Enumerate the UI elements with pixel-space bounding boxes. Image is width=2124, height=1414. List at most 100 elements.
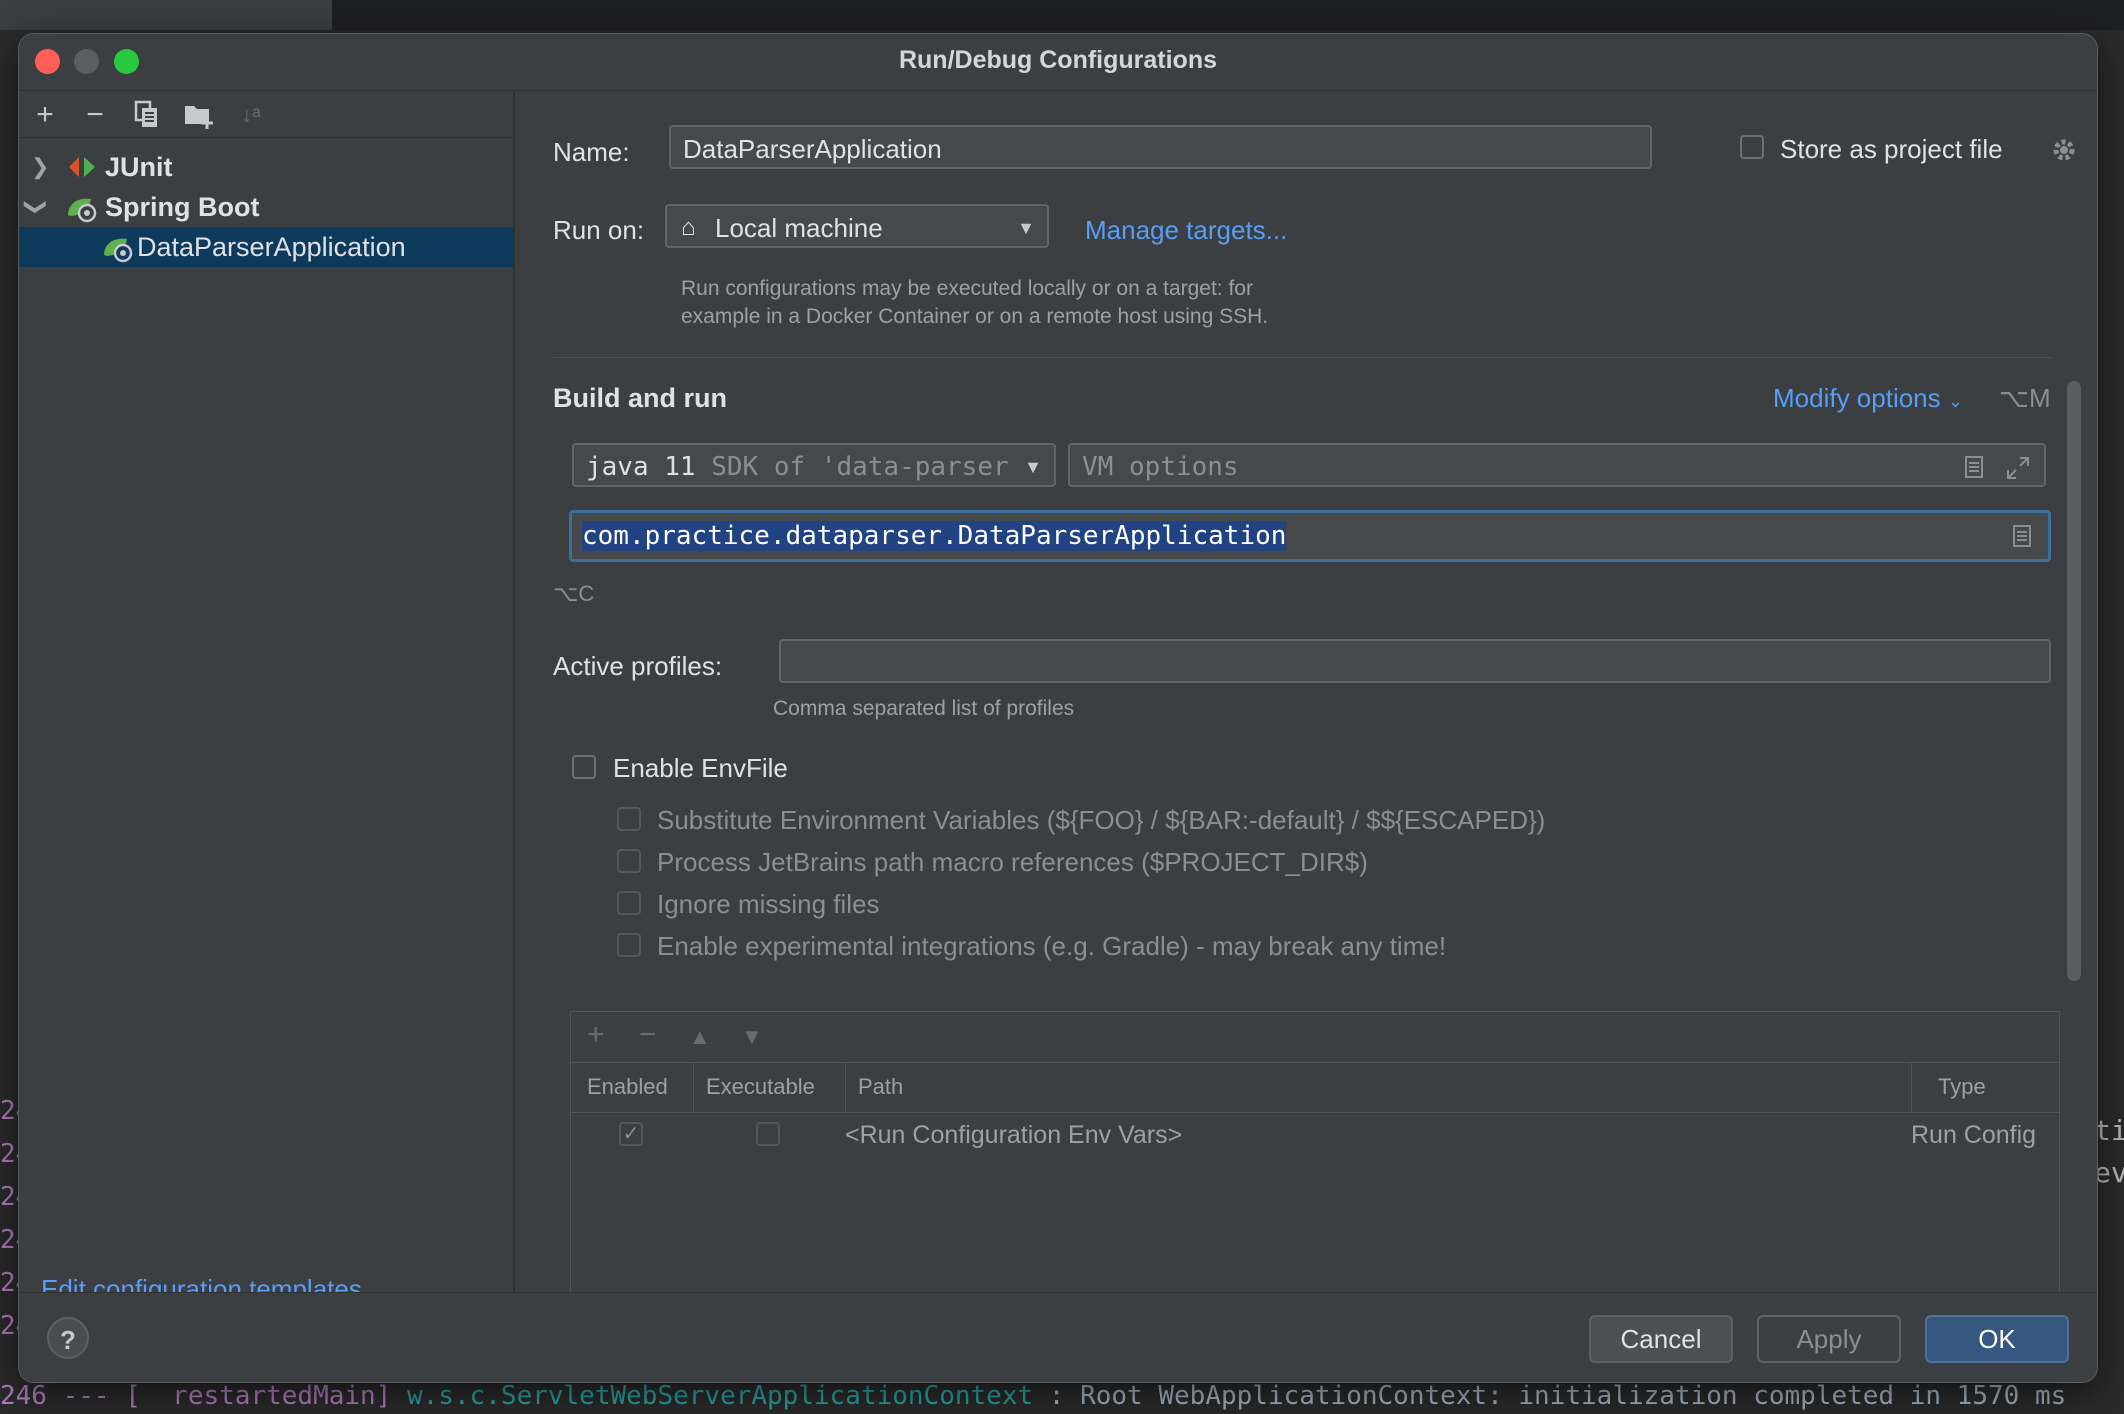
tree-item-label: DataParserApplication (137, 232, 406, 262)
gutter-num: 24 (0, 1311, 32, 1341)
remove-icon[interactable]: − (77, 97, 113, 133)
chevron-down-icon[interactable]: ❯ (19, 198, 56, 216)
experimental-label: Enable experimental integrations (e.g. G… (657, 931, 1447, 961)
chevron-right-icon[interactable]: ❯ (31, 147, 49, 187)
sdk-dropdown[interactable]: java 11 SDK of 'data-parser ▼ (572, 443, 1056, 487)
gear-icon[interactable] (2051, 137, 2077, 163)
log-fragment: ti (2094, 1114, 2124, 1147)
spring-boot-icon (68, 198, 97, 223)
path-macro-label: Process JetBrains path macro references … (657, 847, 1368, 877)
row-path: <Run Configuration Env Vars> (845, 1121, 1183, 1149)
vm-options-field[interactable]: VM options (1068, 443, 2046, 487)
configuration-tree-pane: + − ↓ᵃ ❯ JUnit ❯ Spring Boot DataParserA… (19, 91, 515, 1304)
run-on-label: Run on: (553, 215, 645, 245)
section-divider (553, 357, 2051, 358)
experimental-checkbox[interactable] (617, 933, 641, 957)
modify-options-link[interactable]: Modify options ⌄ (1773, 383, 1963, 414)
console-log-line: 246 --- [ restartedMain] w.s.c.ServletWe… (0, 1378, 2124, 1414)
log-class: w.s.c.ServletWebServerApplicationContext (407, 1381, 1034, 1411)
dropdown-arrow-icon: ▼ (1024, 457, 1042, 477)
active-profiles-label: Active profiles: (553, 651, 723, 681)
add-icon[interactable]: + (587, 1018, 605, 1052)
dropdown-arrow-icon: ▼ (1017, 218, 1035, 238)
dialog-title: Run/Debug Configurations (898, 46, 1218, 74)
substitute-env-label: Substitute Environment Variables (${FOO}… (657, 805, 1546, 835)
column-path[interactable]: Path (845, 1062, 903, 1112)
row-enabled-checkbox[interactable]: ✓ (619, 1122, 643, 1146)
sdk-main: java 11 (586, 452, 696, 482)
store-project-file-checkbox[interactable] (1740, 135, 1764, 159)
tree-item-spring-boot[interactable]: ❯ Spring Boot (19, 187, 513, 227)
envfile-table-header: Enabled Executable Path Type (571, 1062, 2059, 1113)
dialog-button-bar: ? Cancel Apply OK (19, 1292, 2097, 1382)
ignore-missing-checkbox[interactable] (617, 891, 641, 915)
form-scrollbar[interactable] (2067, 381, 2081, 981)
run-debug-dialog: Run/Debug Configurations + − ↓ᵃ ❯ JUnit … (18, 33, 2098, 1383)
main-class-field[interactable]: com.practice.dataparser.DataParserApplic… (569, 510, 2051, 562)
ok-button[interactable]: OK (1925, 1315, 2069, 1363)
vm-options-placeholder: VM options (1082, 452, 1239, 482)
name-label: Name: (553, 137, 630, 167)
tree-item-label: JUnit (105, 152, 173, 182)
spring-boot-config-icon (104, 238, 133, 263)
copy-icon[interactable] (129, 97, 165, 133)
ide-background-top (0, 0, 2124, 30)
log-right-fragments: ti ev (2094, 1110, 2124, 1194)
enable-envfile-label: Enable EnvFile (613, 753, 788, 783)
ide-tab-strip (0, 0, 332, 30)
browse-class-icon[interactable] (2012, 525, 2032, 547)
column-executable[interactable]: Executable (693, 1062, 815, 1112)
log-message: : Root WebApplicationContext: initializa… (1033, 1381, 2067, 1411)
sort-icon[interactable]: ↓ᵃ (233, 97, 269, 133)
path-macro-checkbox[interactable] (617, 849, 641, 873)
gutter-num: 24 (0, 1268, 32, 1298)
apply-button[interactable]: Apply (1757, 1315, 1901, 1363)
log-gutter: 24 24 24 24 24 24 (0, 1090, 32, 1410)
row-type: Run Config (1911, 1121, 2037, 1149)
name-field[interactable]: DataParserApplication (669, 125, 1652, 169)
run-on-dropdown[interactable]: ⌂ Local machine ▼ (665, 204, 1049, 248)
log-prefix: 246 --- [ restartedMain] (0, 1381, 407, 1411)
gutter-num: 24 (0, 1096, 32, 1126)
manage-targets-link[interactable]: Manage targets... (1085, 215, 1287, 246)
main-class-value: com.practice.dataparser.DataParserApplic… (582, 521, 1287, 551)
active-profiles-hint: Comma separated list of profiles (773, 697, 1075, 720)
home-icon: ⌂ (681, 214, 696, 241)
gutter-num: 24 (0, 1182, 32, 1212)
envfile-table: + − ▲ ▼ Enabled Executable Path Type ✓ <… (570, 1011, 2060, 1311)
cancel-button[interactable]: Cancel (1589, 1315, 1733, 1363)
folder-add-icon[interactable] (181, 97, 217, 133)
junit-icon (69, 157, 95, 177)
title-bar: Run/Debug Configurations (19, 34, 2097, 91)
gutter-num: 24 (0, 1225, 32, 1255)
move-up-icon[interactable]: ▲ (689, 1024, 711, 1050)
log-fragment: ev (2094, 1156, 2124, 1189)
build-and-run-title: Build and run (553, 383, 727, 413)
expand-text-icon[interactable] (1964, 456, 1984, 478)
main-class-shortcut: ⌥C (553, 581, 595, 606)
tree-toolbar: + − ↓ᵃ (19, 91, 513, 138)
tree-item-dataparserapplication[interactable]: DataParserApplication (19, 227, 513, 267)
move-down-icon[interactable]: ▼ (741, 1024, 763, 1050)
chevron-down-icon: ⌄ (1947, 391, 1963, 411)
active-profiles-field[interactable] (779, 639, 2051, 683)
add-icon[interactable]: + (27, 97, 63, 133)
enable-envfile-checkbox[interactable] (572, 755, 596, 779)
modify-options-shortcut: ⌥M (1999, 383, 2051, 413)
column-enabled[interactable]: Enabled (587, 1062, 668, 1112)
table-row[interactable]: ✓ <Run Configuration Env Vars> Run Confi… (571, 1112, 2059, 1158)
modify-options-label: Modify options (1773, 383, 1941, 413)
envfile-table-toolbar: + − ▲ ▼ (571, 1012, 2059, 1063)
remove-icon[interactable]: − (639, 1018, 657, 1052)
run-on-value: Local machine (715, 213, 883, 243)
tree-item-label: Spring Boot (105, 192, 260, 222)
substitute-env-checkbox[interactable] (617, 807, 641, 831)
store-project-file-label: Store as project file (1780, 134, 2003, 164)
gutter-num: 24 (0, 1139, 32, 1169)
maximize-icon[interactable] (2006, 456, 2030, 480)
tree-item-junit[interactable]: ❯ JUnit (19, 147, 513, 187)
column-type[interactable]: Type (1911, 1062, 1986, 1112)
run-on-hint: Run configurations may be executed local… (681, 277, 1269, 328)
row-executable-checkbox[interactable] (756, 1122, 780, 1146)
help-button[interactable]: ? (47, 1317, 89, 1359)
